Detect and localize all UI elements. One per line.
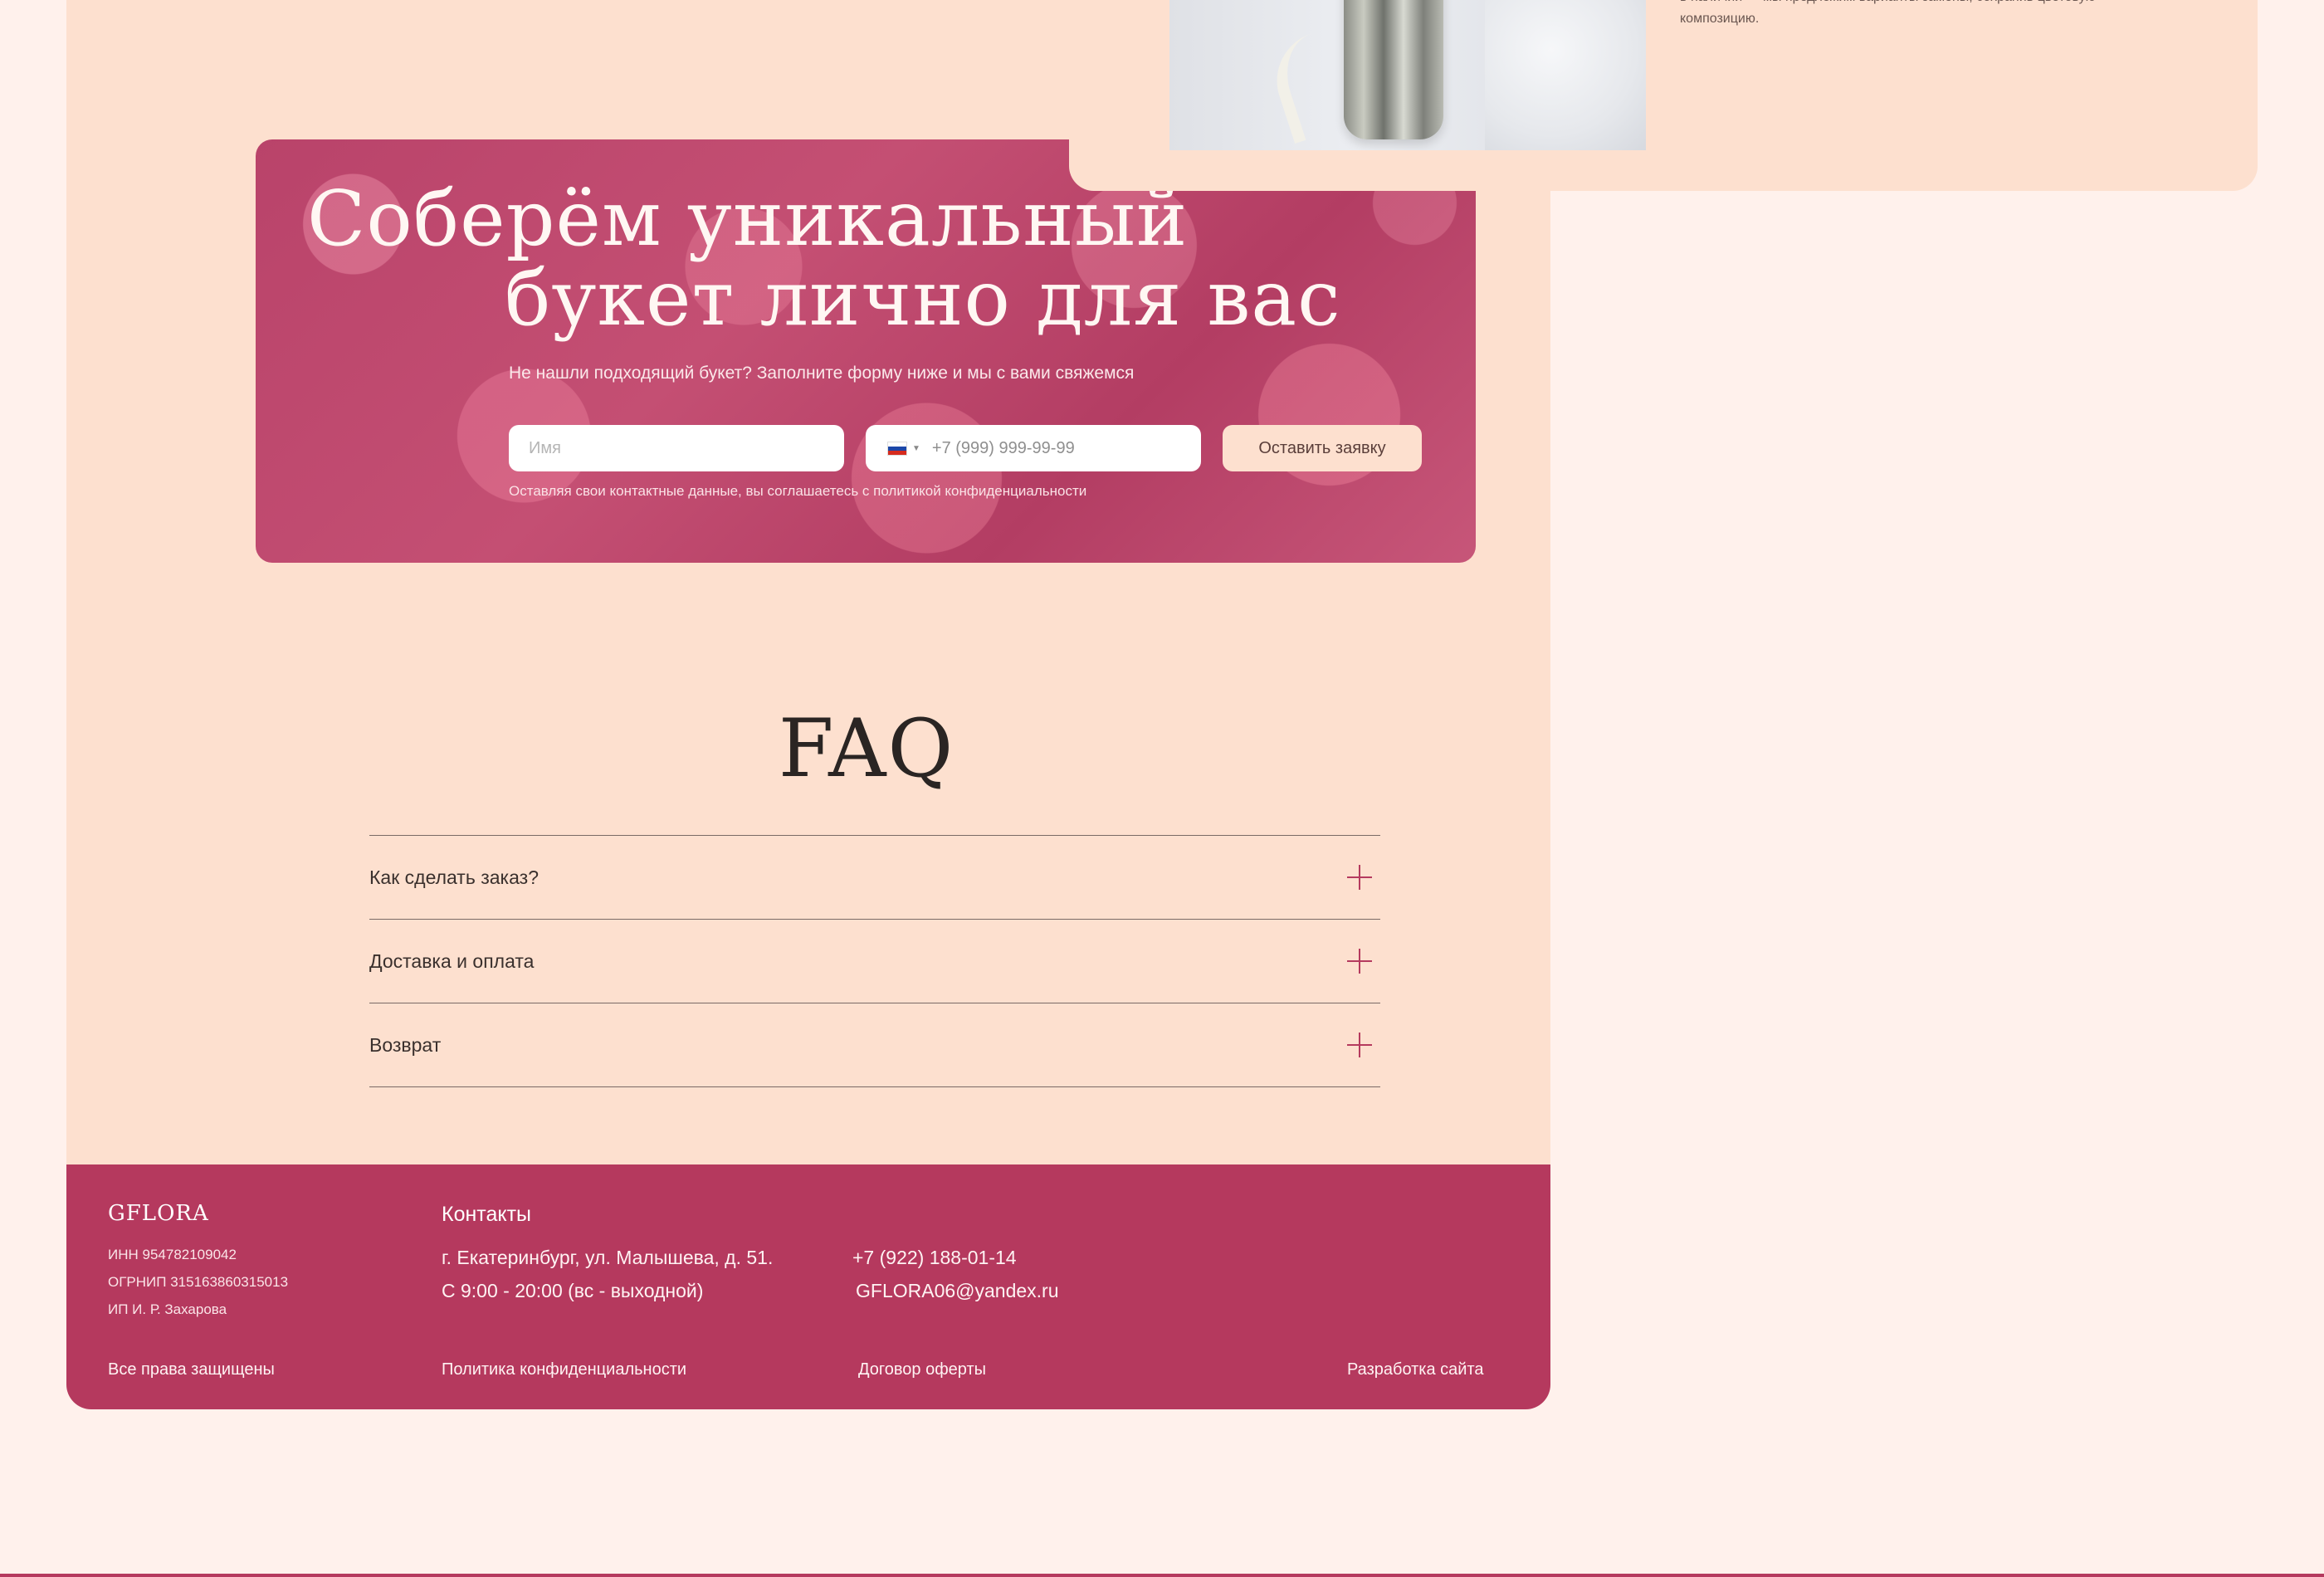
faq-question: Возврат (369, 1033, 442, 1056)
product-info-card: в наличии — мы предложим варианты замены… (1069, 0, 2258, 191)
faq-list: Как сделать заказ? Доставка и оплата Воз… (369, 835, 1380, 1087)
plus-icon[interactable] (1347, 1033, 1372, 1057)
faq-question: Как сделать заказ? (369, 866, 539, 888)
offer-agreement-link[interactable]: Договор оферты (858, 1360, 986, 1379)
plus-icon[interactable] (1347, 949, 1372, 974)
bouquet-photo (1169, 0, 1646, 150)
phone-field[interactable]: ▼ (866, 425, 1201, 471)
glass-vase (1344, 0, 1443, 139)
hero-title-line-1: Соберём уникальный (307, 174, 1189, 263)
privacy-consent-note: Оставляя свои контактные данные, вы согл… (509, 483, 1087, 499)
working-hours-text: С 9:00 - 20:00 (вс - выходной) (442, 1280, 704, 1301)
privacy-policy-link[interactable]: Политика конфиденциальности (442, 1360, 686, 1379)
phone-input[interactable] (930, 437, 1183, 459)
faq-item-how-to-order[interactable]: Как сделать заказ? (369, 836, 1380, 920)
all-rights-text: Все права защищены (108, 1360, 275, 1379)
email-link[interactable]: GFLORA06@yandex.ru (852, 1274, 1059, 1307)
submit-request-button[interactable]: Оставить заявку (1223, 425, 1422, 471)
ogrnip-text: ОГРНИП 315163860315013 (108, 1274, 289, 1290)
address-text: г. Екатеринбург, ул. Малышева, д. 51. (442, 1247, 774, 1268)
faq-title: FAQ (778, 702, 955, 795)
faq-question: Доставка и оплата (369, 950, 535, 972)
chevron-down-icon[interactable]: ▼ (912, 444, 920, 453)
owner-text: ИП И. Р. Захарова (108, 1301, 227, 1317)
cloth-background (1485, 0, 1646, 150)
name-input[interactable] (509, 425, 844, 471)
contacts-title: Контакты (442, 1203, 531, 1226)
footer-logo[interactable]: GFLORA (108, 1201, 209, 1226)
bottom-accent-line (0, 1574, 2324, 1577)
inn-text: ИНН 954782109042 (108, 1247, 237, 1262)
footer-address-block: г. Екатеринбург, ул. Малышева, д. 51. С … (442, 1241, 773, 1307)
site-footer: GFLORA ИНН 954782109042 ОГРНИП 315163860… (66, 1164, 1550, 1409)
plus-icon[interactable] (1347, 865, 1372, 890)
russia-flag-icon[interactable] (887, 441, 907, 456)
faq-item-delivery-payment[interactable]: Доставка и оплата (369, 920, 1380, 1003)
product-info-text: в наличии — мы предложим варианты замены… (1680, 0, 2096, 26)
hero-title-line-2: букет лично для вас (505, 254, 1341, 343)
faq-item-returns[interactable]: Возврат (369, 1003, 1380, 1087)
custom-bouquet-banner: Соберём уникальный букет лично для вас Н… (256, 139, 1476, 563)
phone-link[interactable]: +7 (922) 188-01-14 (852, 1241, 1059, 1274)
hero-subtitle: Не нашли подходящий букет? Заполните фор… (509, 364, 1135, 383)
site-development-link[interactable]: Разработка сайта (1347, 1360, 1484, 1379)
footer-phone-email: +7 (922) 188-01-14 GFLORA06@yandex.ru (852, 1241, 1059, 1307)
footer-legal-info: ИНН 954782109042 ОГРНИП 315163860315013 … (108, 1241, 288, 1323)
hero-title: Соберём уникальный букет лично для вас (307, 179, 1452, 339)
